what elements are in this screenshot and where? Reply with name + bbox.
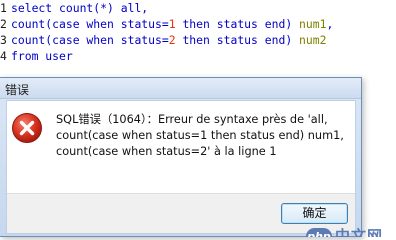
code-line-1: 1 select count(*) all, — [0, 0, 148, 16]
code-line-4: 4 from user — [0, 48, 73, 64]
dialog-title: 错误 — [5, 83, 30, 97]
dialog-button-bar: 确定 — [7, 193, 355, 233]
code-alias-token: num2 — [299, 33, 327, 47]
error-message-line: count(case when status=2' à la ligne 1 — [56, 145, 277, 158]
code-alias-token: num1 — [299, 17, 327, 31]
code-number-token: 2 — [168, 33, 176, 47]
code-token: then status end) — [175, 33, 300, 47]
error-message-line: count(case when status=1 then status end… — [56, 129, 344, 142]
code-line-2: 2 count(case when status=1 then status en… — [0, 16, 333, 32]
code-token: count(case when status= — [11, 33, 169, 47]
code-token: then status end) — [175, 17, 300, 31]
code-number-token: 1 — [168, 17, 176, 31]
code-line-3: 3 count(case when status=2 then status en… — [0, 32, 326, 48]
sql-editor[interactable]: 1 select count(*) all, 2 count(case when s… — [0, 0, 396, 78]
line-number: 2 — [0, 17, 7, 31]
code-token: select count(*) all, — [11, 1, 149, 15]
ok-button[interactable]: 确定 — [281, 203, 348, 224]
dialog-titlebar[interactable]: 错误 — [0, 78, 361, 99]
line-number: 4 — [0, 49, 7, 63]
dialog-content: SQL错误（1064）：Erreur de syntaxe près de 'a… — [7, 101, 355, 193]
line-number: 3 — [0, 33, 7, 47]
site-watermark: php 中文网 — [302, 228, 396, 237]
error-icon — [12, 113, 42, 143]
code-token: , — [326, 17, 334, 31]
code-token: from user — [11, 49, 73, 63]
code-token: count(case when status= — [11, 17, 169, 31]
watermark-text: 中文网 — [335, 228, 384, 237]
error-dialog: 错误 SQL错误（1064）：Erreur de syntaxe près de… — [0, 77, 362, 237]
error-message-line: SQL错误（1064）：Erreur de syntaxe près de 'a… — [56, 113, 328, 126]
line-number: 1 — [0, 1, 7, 15]
dialog-body: SQL错误（1064）：Erreur de syntaxe près de 'a… — [6, 100, 356, 234]
error-message: SQL错误（1064）：Erreur de syntaxe près de 'a… — [56, 112, 352, 160]
php-logo: php — [306, 228, 332, 237]
